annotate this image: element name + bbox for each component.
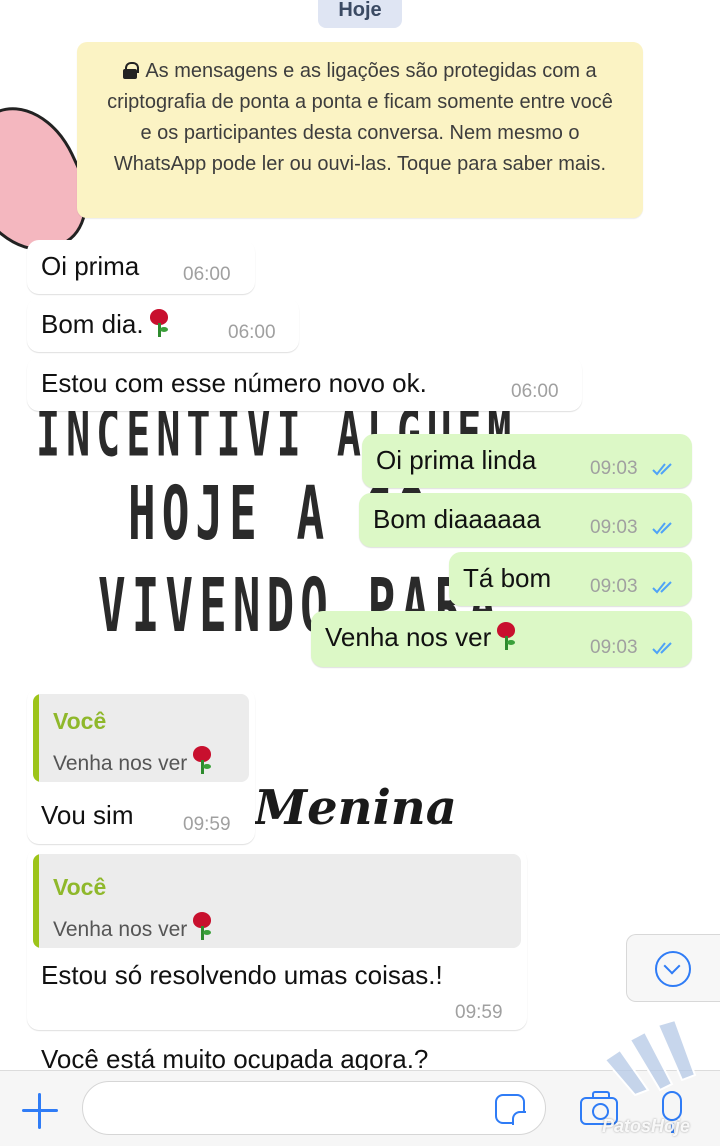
quote-text: Venha nos ver xyxy=(53,912,213,942)
message-bubble-incoming-reply[interactable]: Você Venha nos ver Estou só resolvendo u… xyxy=(27,848,527,1030)
encryption-notice[interactable]: As mensagens e as ligações são protegida… xyxy=(77,42,643,218)
message-text: Estou só resolvendo umas coisas.! xyxy=(41,960,443,990)
quote-text: Venha nos ver xyxy=(53,746,213,776)
quote-author: Você xyxy=(53,874,107,900)
message-text: Bom dia. xyxy=(41,309,170,340)
quote-accent-bar xyxy=(33,854,39,948)
message-input[interactable] xyxy=(82,1081,546,1135)
message-bubble-outgoing[interactable]: Venha nos ver 09:03 xyxy=(311,611,692,667)
message-time: 09:03 xyxy=(590,637,638,658)
message-text: Estou com esse número novo ok. xyxy=(41,368,427,398)
message-text: Oi prima linda xyxy=(376,445,537,475)
message-time: 09:03 xyxy=(590,517,638,538)
double-check-icon xyxy=(652,581,672,594)
sticker-icon[interactable] xyxy=(495,1094,526,1125)
message-time: 09:59 xyxy=(455,1002,503,1023)
encryption-notice-text: As mensagens e as ligações são protegida… xyxy=(107,60,613,175)
rose-emoji-icon xyxy=(148,309,170,337)
message-bubble-outgoing[interactable]: Bom diaaaaaa 09:03 xyxy=(359,493,692,547)
message-bubble-outgoing[interactable]: Tá bom 09:03 xyxy=(449,552,692,606)
double-check-icon xyxy=(652,463,672,476)
message-time: 09:03 xyxy=(590,576,638,597)
rose-emoji-icon xyxy=(191,912,213,940)
message-time: 06:00 xyxy=(183,264,231,285)
message-bubble-outgoing[interactable]: Oi prima linda 09:03 xyxy=(362,434,692,488)
message-text: Venha nos ver xyxy=(325,622,517,653)
watermark-logo xyxy=(603,1020,697,1097)
message-bubble-incoming[interactable]: Bom dia. 06:00 xyxy=(27,298,299,352)
double-check-icon xyxy=(652,522,672,535)
wallpaper-script-text: Menina xyxy=(254,780,457,836)
message-time: 09:03 xyxy=(590,458,638,479)
quote-author: Você xyxy=(53,708,107,734)
watermark-text: PatosHoje xyxy=(602,1116,691,1136)
message-text: Oi prima xyxy=(41,251,140,281)
rose-emoji-icon xyxy=(495,622,517,650)
message-text: Vou sim xyxy=(41,800,134,830)
message-bubble-incoming[interactable]: Oi prima 06:00 xyxy=(27,240,255,294)
scroll-to-bottom-button[interactable] xyxy=(626,934,720,1002)
lock-icon xyxy=(123,62,140,79)
double-check-icon xyxy=(652,642,672,655)
message-time: 06:00 xyxy=(228,322,276,343)
date-separator: Hoje xyxy=(318,0,402,28)
message-bubble-incoming[interactable]: Estou com esse número novo ok. 06:00 xyxy=(27,357,582,411)
message-time: 09:59 xyxy=(183,814,231,835)
message-bubble-incoming-reply[interactable]: Você Venha nos ver Vou sim 09:59 xyxy=(27,688,255,844)
plus-icon[interactable] xyxy=(22,1093,58,1129)
message-text: Bom diaaaaaa xyxy=(373,504,541,534)
quoted-message[interactable]: Você Venha nos ver xyxy=(33,694,249,782)
quoted-message[interactable]: Você Venha nos ver xyxy=(33,854,521,948)
rose-emoji-icon xyxy=(191,746,213,774)
message-text: Tá bom xyxy=(463,563,552,593)
quote-accent-bar xyxy=(33,694,39,782)
message-time: 06:00 xyxy=(511,381,559,402)
